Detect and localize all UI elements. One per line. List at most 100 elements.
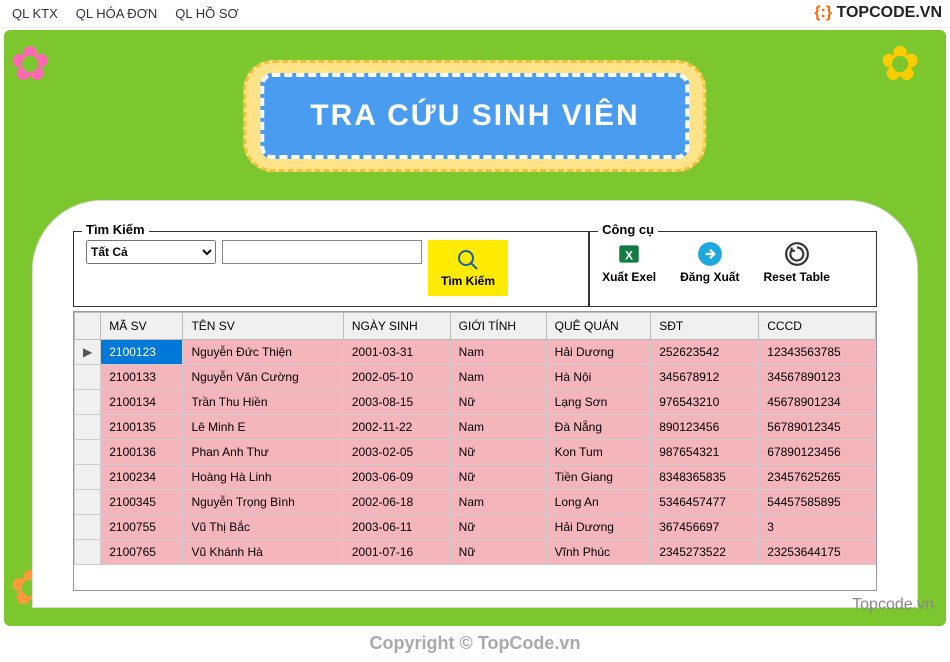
table-cell[interactable]: 976543210 — [651, 390, 759, 415]
table-cell[interactable]: Hoàng Hà Linh — [183, 465, 343, 490]
table-cell[interactable]: 56789012345 — [759, 415, 876, 440]
logout-button[interactable]: Đăng Xuất — [680, 240, 739, 284]
table-cell[interactable]: Nữ — [450, 515, 546, 540]
table-cell[interactable]: 2003-08-15 — [343, 390, 450, 415]
row-indicator: ▶ — [75, 340, 101, 365]
table-cell[interactable]: Đà Nẵng — [546, 415, 651, 440]
table-cell[interactable]: 2100135 — [101, 415, 183, 440]
table-cell[interactable]: Vĩnh Phúc — [546, 540, 651, 565]
table-cell[interactable]: 252623542 — [651, 340, 759, 365]
search-button[interactable]: Tìm Kiếm — [428, 240, 508, 296]
table-row[interactable]: ▶2100123Nguyễn Đức Thiện2001-03-31NamHải… — [75, 340, 876, 365]
table-row[interactable]: 2100135Lê Minh E2002-11-22NamĐà Nẵng8901… — [75, 415, 876, 440]
table-cell[interactable]: Nam — [450, 340, 546, 365]
table-cell[interactable]: 2001-03-31 — [343, 340, 450, 365]
table-cell[interactable]: 2003-06-11 — [343, 515, 450, 540]
table-cell[interactable]: Vũ Thị Bắc — [183, 515, 343, 540]
table-cell[interactable]: 67890123456 — [759, 440, 876, 465]
table-row[interactable]: 2100136Phan Anh Thư2003-02-05NữKon Tum98… — [75, 440, 876, 465]
table-cell[interactable]: 2002-06-18 — [343, 490, 450, 515]
table-cell[interactable]: Nguyễn Đức Thiện — [183, 340, 343, 365]
table-cell[interactable]: 2345273522 — [651, 540, 759, 565]
copyright-text: Copyright © TopCode.vn — [0, 633, 950, 654]
table-cell[interactable]: 367456697 — [651, 515, 759, 540]
table-cell[interactable]: 2002-11-22 — [343, 415, 450, 440]
table-cell[interactable]: Nữ — [450, 465, 546, 490]
table-cell[interactable]: 2001-07-16 — [343, 540, 450, 565]
table-cell[interactable]: 2003-06-09 — [343, 465, 450, 490]
table-cell[interactable]: Hà Nội — [546, 365, 651, 390]
column-header[interactable]: SĐT — [651, 313, 759, 340]
watermark-top: {:} TOPCODE.VN — [814, 4, 942, 22]
table-cell[interactable]: Nam — [450, 415, 546, 440]
table-cell[interactable]: 2003-02-05 — [343, 440, 450, 465]
watermark-bottom: Topcode.vn — [852, 596, 934, 614]
table-row[interactable]: 2100133Nguyễn Văn Cường2002-05-10NamHà N… — [75, 365, 876, 390]
table-cell[interactable]: 890123456 — [651, 415, 759, 440]
table-row[interactable]: 2100234Hoàng Hà Linh2003-06-09NữTiền Gia… — [75, 465, 876, 490]
export-excel-button[interactable]: X Xuất Exel — [602, 240, 656, 284]
student-table: MÃ SVTÊN SVNGÀY SINHGIỚI TÍNHQUÊ QUÁNSĐT… — [74, 312, 876, 565]
table-cell[interactable]: 3 — [759, 515, 876, 540]
table-cell[interactable]: 23457625265 — [759, 465, 876, 490]
table-row[interactable]: 2100765Vũ Khánh Hà2001-07-16NữVĩnh Phúc2… — [75, 540, 876, 565]
table-cell[interactable]: 23253644175 — [759, 540, 876, 565]
table-cell[interactable]: 2100234 — [101, 465, 183, 490]
table-cell[interactable]: Phan Anh Thư — [183, 440, 343, 465]
table-cell[interactable]: 345678912 — [651, 365, 759, 390]
menu-hoadon[interactable]: QL HÓA ĐƠN — [76, 6, 157, 21]
menubar: QL KTX QL HÓA ĐƠN QL HỒ SƠ — [0, 0, 950, 28]
reset-icon — [783, 240, 811, 268]
table-cell[interactable]: Hải Dương — [546, 340, 651, 365]
table-cell[interactable]: 2100755 — [101, 515, 183, 540]
filter-select[interactable]: Tất Cả — [86, 240, 216, 264]
table-cell[interactable]: Nguyễn Văn Cường — [183, 365, 343, 390]
table-cell[interactable]: 8348365835 — [651, 465, 759, 490]
table-row[interactable]: 2100345Nguyễn Trọng Bình2002-06-18NamLon… — [75, 490, 876, 515]
background-frame: TRA CỨU SINH VIÊN Tìm Kiếm Tất Cả Tìm Ki… — [4, 30, 946, 626]
table-cell[interactable]: Nam — [450, 490, 546, 515]
column-header[interactable]: GIỚI TÍNH — [450, 313, 546, 340]
search-input[interactable] — [222, 240, 422, 264]
table-cell[interactable]: 2100133 — [101, 365, 183, 390]
table-cell[interactable]: 45678901234 — [759, 390, 876, 415]
table-cell[interactable]: Lạng Sơn — [546, 390, 651, 415]
table-row[interactable]: 2100755Vũ Thị Bắc2003-06-11NữHải Dương36… — [75, 515, 876, 540]
excel-icon: X — [615, 240, 643, 268]
column-header[interactable]: QUÊ QUÁN — [546, 313, 651, 340]
table-cell[interactable]: 34567890123 — [759, 365, 876, 390]
table-cell[interactable]: 2100765 — [101, 540, 183, 565]
table-cell[interactable]: Trần Thu Hiền — [183, 390, 343, 415]
reset-table-button[interactable]: Reset Table — [763, 240, 829, 284]
table-cell[interactable]: 2002-05-10 — [343, 365, 450, 390]
table-cell[interactable]: Kon Tum — [546, 440, 651, 465]
table-cell[interactable]: 2100345 — [101, 490, 183, 515]
table-cell[interactable]: Vũ Khánh Hà — [183, 540, 343, 565]
table-cell[interactable]: Long An — [546, 490, 651, 515]
table-cell[interactable]: Nguyễn Trọng Bình — [183, 490, 343, 515]
menu-ktx[interactable]: QL KTX — [12, 6, 58, 21]
table-cell[interactable]: Hải Dương — [546, 515, 651, 540]
table-cell[interactable]: Nữ — [450, 390, 546, 415]
column-header[interactable]: TÊN SV — [183, 313, 343, 340]
table-row[interactable]: 2100134Trần Thu Hiền2003-08-15NữLạng Sơn… — [75, 390, 876, 415]
table-cell[interactable]: Tiền Giang — [546, 465, 651, 490]
column-header[interactable]: CCCD — [759, 313, 876, 340]
table-cell[interactable]: 5346457477 — [651, 490, 759, 515]
table-cell[interactable]: 2100123 — [101, 340, 183, 365]
column-header[interactable]: NGÀY SINH — [343, 313, 450, 340]
table-cell[interactable]: Nam — [450, 365, 546, 390]
table-cell[interactable]: Nữ — [450, 440, 546, 465]
table-cell[interactable]: 12343563785 — [759, 340, 876, 365]
table-cell[interactable]: 54457585895 — [759, 490, 876, 515]
page-title: TRA CỨU SINH VIÊN — [260, 73, 689, 159]
table-cell[interactable]: 987654321 — [651, 440, 759, 465]
column-header[interactable]: MÃ SV — [101, 313, 183, 340]
table-cell[interactable]: 2100134 — [101, 390, 183, 415]
tools-fieldset: Công cụ X Xuất Exel Đăng Xuất — [589, 231, 877, 307]
table-cell[interactable]: Lê Minh E — [183, 415, 343, 440]
menu-hoso[interactable]: QL HỒ SƠ — [175, 6, 238, 21]
data-table-container[interactable]: MÃ SVTÊN SVNGÀY SINHGIỚI TÍNHQUÊ QUÁNSĐT… — [73, 311, 877, 591]
table-cell[interactable]: 2100136 — [101, 440, 183, 465]
table-cell[interactable]: Nữ — [450, 540, 546, 565]
